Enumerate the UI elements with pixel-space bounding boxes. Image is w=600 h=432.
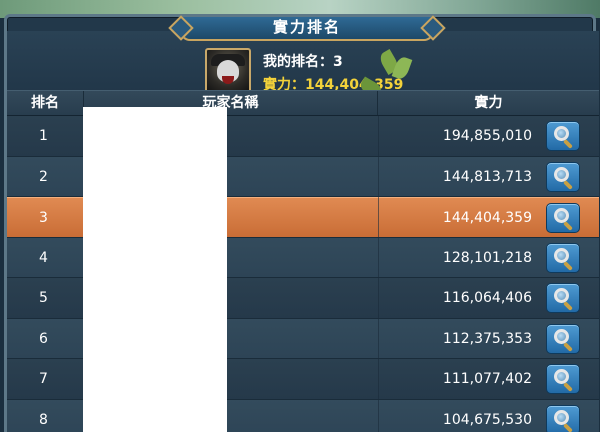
column-divider <box>378 116 379 432</box>
row-power: 194,855,010 <box>442 128 532 144</box>
view-player-button[interactable] <box>546 242 580 273</box>
view-player-button[interactable] <box>546 364 580 394</box>
magnifier-icon <box>554 328 569 344</box>
view-player-button[interactable] <box>546 283 580 313</box>
view-player-button[interactable] <box>546 121 580 151</box>
row-rank: 5 <box>39 290 48 306</box>
magnifier-icon <box>554 166 569 182</box>
row-rank: 6 <box>39 330 48 347</box>
row-rank: 3 <box>39 210 48 226</box>
player-names-redacted <box>83 107 227 432</box>
magnifier-icon <box>554 208 569 223</box>
row-power: 104,675,530 <box>442 411 532 428</box>
header-rank: 排名 <box>7 91 84 115</box>
row-rank: 8 <box>39 411 48 428</box>
page-title: 實力排名 <box>180 17 434 41</box>
row-rank: 2 <box>39 168 48 185</box>
my-rank-label: 我的排名：3 <box>263 54 343 70</box>
row-power: 112,375,353 <box>442 330 532 347</box>
row-rank: 7 <box>39 371 48 387</box>
row-power: 111,077,402 <box>442 371 532 387</box>
magnifier-icon <box>554 288 569 303</box>
row-rank: 4 <box>39 249 48 266</box>
view-player-button[interactable] <box>546 203 580 233</box>
row-power: 144,813,713 <box>442 168 532 185</box>
row-power: 144,404,359 <box>442 210 532 226</box>
row-power: 128,101,218 <box>442 249 532 266</box>
avatar[interactable] <box>205 48 251 94</box>
view-player-button[interactable] <box>546 404 580 432</box>
header-power: 實力 <box>474 95 503 111</box>
magnifier-icon <box>554 369 569 384</box>
magnifier-icon <box>554 126 569 141</box>
row-rank: 1 <box>39 128 48 144</box>
view-player-button[interactable] <box>546 161 580 192</box>
row-power: 116,064,406 <box>442 290 532 306</box>
magnifier-icon <box>554 247 569 263</box>
magnifier-icon <box>554 409 569 425</box>
view-player-button[interactable] <box>546 323 580 354</box>
